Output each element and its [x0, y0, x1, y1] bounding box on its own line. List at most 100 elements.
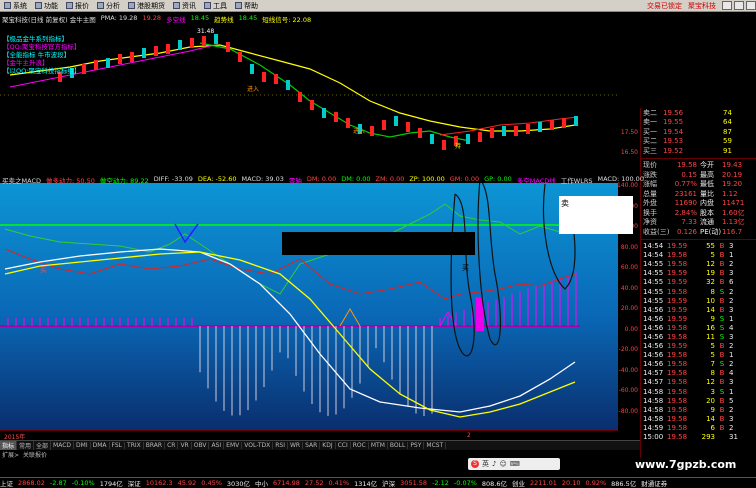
time-scroll[interactable]: 2015年 2 [0, 430, 618, 441]
menu-item[interactable]: 港股期货 [124, 1, 169, 11]
header-value: 工作WLRS [560, 177, 593, 185]
stat-value: 11471 [722, 199, 745, 208]
tick-time: 14:58 [643, 396, 664, 405]
header-value: GM: 0.00 [449, 175, 480, 183]
tick-volume: 32 [706, 278, 715, 287]
tick-side: B [719, 278, 725, 287]
tick-side: B [719, 423, 725, 432]
menu-item[interactable]: 报价 [62, 1, 93, 11]
tab-boll[interactable]: BOLL [388, 442, 409, 449]
tab-rsi[interactable]: RSI [273, 442, 288, 449]
tick-volume: 16 [706, 323, 715, 332]
tick-count: 31 [729, 433, 738, 442]
extension-tab[interactable]: 扩展> [2, 450, 19, 459]
menu-item[interactable]: 功能 [31, 1, 62, 11]
maximize-button[interactable] [734, 1, 744, 10]
lock-status[interactable]: 交易已锁定 [647, 1, 682, 11]
ime-button[interactable]: ☺ [499, 460, 506, 468]
tab-trix[interactable]: TRIX [125, 442, 144, 449]
stat-label: 现价 [643, 161, 657, 170]
tab-obv[interactable]: OBV [192, 442, 210, 449]
ime-logo-icon[interactable]: S [471, 460, 479, 468]
minimize-button[interactable] [722, 1, 732, 10]
tab-全部[interactable]: 全部 [34, 441, 52, 450]
tab-asi[interactable]: ASI [209, 442, 225, 449]
indicator-chart-panel[interactable]: 买 买 [0, 174, 618, 430]
tab-vol-tdx[interactable]: VOL-TDX [242, 442, 274, 449]
stat-value: 19.58 [676, 161, 697, 170]
tick-price: 19.59 [667, 314, 688, 323]
order-price: 19.54 [663, 127, 684, 136]
signal-label: 进入 [353, 127, 365, 135]
tab-macd[interactable]: MACD [51, 442, 75, 449]
tab-brar[interactable]: BRAR [144, 442, 166, 449]
tick-count: 2 [729, 287, 734, 296]
order-volume: 64 [723, 118, 732, 127]
menu-item[interactable]: 系统 [0, 1, 31, 11]
ticker-value: 财通证券 [641, 479, 668, 488]
candle [418, 128, 422, 138]
tick-time: 14:58 [643, 414, 664, 423]
candle [82, 64, 86, 74]
ticker-value: 1794亿 [99, 479, 123, 488]
legend-item[interactable]: 【极品金牛系列指标】 [3, 35, 80, 43]
menu-icon [66, 2, 73, 9]
tab-sar[interactable]: SAR [303, 442, 321, 449]
tick-row: 14:56 19.58 16 S 4 [641, 323, 756, 332]
tick-price: 19.58 [667, 360, 688, 369]
tick-row: 15:00 19.58 293 31 [641, 432, 756, 441]
candle [154, 46, 158, 56]
candle [346, 118, 350, 128]
tick-row: 14:55 19.59 10 B 2 [641, 296, 756, 305]
legend-item[interactable]: 【全能指标 牛市波段】 [3, 51, 80, 59]
tab-常用[interactable]: 常用 [17, 441, 35, 450]
tab-fsl[interactable]: FSL [110, 442, 126, 449]
stat-row: 涨幅 0.77% 最低 19.20 [641, 180, 756, 190]
price-chart-panel[interactable]: 聚宝科技(日线 前复权) 金牛主图 PMA: 19.28 19.28 多空线 18.45… [0, 13, 618, 173]
close-button[interactable] [746, 1, 756, 10]
tab-指标[interactable]: 指标 [0, 441, 18, 450]
legend-item[interactable]: 【QQ:聚宝科技官方指标】 [3, 43, 80, 51]
stat-value: 20.19 [722, 170, 743, 179]
index-ticker: 上证 2868.02 -2.87 -0.10% 1794亿 深证 10162.3 45.92 0… [0, 477, 756, 488]
menu-icon [4, 2, 11, 9]
menu-item[interactable]: 工具 [200, 1, 231, 11]
legend-item[interactable]: 【以QQ:聚宝科技指标组】 [3, 67, 80, 75]
tab-wr[interactable]: WR [288, 442, 304, 449]
tab-cr[interactable]: CR [165, 442, 179, 449]
tab-dma[interactable]: DMA [91, 442, 110, 449]
legend-item[interactable]: 【金牛主升浪】 [3, 59, 80, 67]
tab-mtm[interactable]: MTM [369, 442, 388, 449]
ime-button[interactable]: ⌨ [510, 460, 520, 468]
tab-cci[interactable]: CCI [336, 442, 351, 449]
tick-count: 3 [729, 242, 734, 251]
ime-button[interactable]: 英 [482, 459, 489, 469]
tab-kdj[interactable]: KDJ [320, 442, 336, 449]
tab-emv[interactable]: EMV [224, 442, 243, 449]
tick-price: 19.58 [667, 423, 688, 432]
order-book-row: 买三 19.52 91 [641, 146, 756, 156]
tick-price: 19.58 [667, 378, 688, 387]
menu-item[interactable]: 帮助 [231, 1, 262, 11]
annotation-label: 买 [462, 264, 469, 272]
candle [550, 120, 554, 130]
ticker-value: 2211.01 [530, 478, 557, 487]
tab-vr[interactable]: VR [178, 442, 192, 449]
ime-toolbar[interactable]: S 英 ♪ ☺ ⌨ [468, 458, 560, 470]
extension-tab[interactable]: 关联报价 [23, 450, 47, 459]
menu-item[interactable]: 资讯 [169, 1, 200, 11]
tick-side: B [719, 351, 725, 360]
candle [382, 120, 386, 130]
tab-mcst[interactable]: MCST [424, 442, 447, 449]
order-volume: 87 [723, 127, 732, 136]
order-label: 买一 [643, 127, 657, 136]
tick-time: 14:56 [643, 360, 664, 369]
tab-psy[interactable]: PSY [408, 442, 425, 449]
tab-dmi[interactable]: DMI [74, 442, 91, 449]
header-value: DIFF: -33.09 [153, 175, 193, 183]
stat-row: 外盘 11690 内盘 11471 [641, 199, 756, 209]
ime-button[interactable]: ♪ [492, 460, 496, 468]
tab-roc[interactable]: ROC [351, 442, 369, 449]
menu-item[interactable]: 分析 [93, 1, 124, 11]
candle [478, 132, 482, 142]
